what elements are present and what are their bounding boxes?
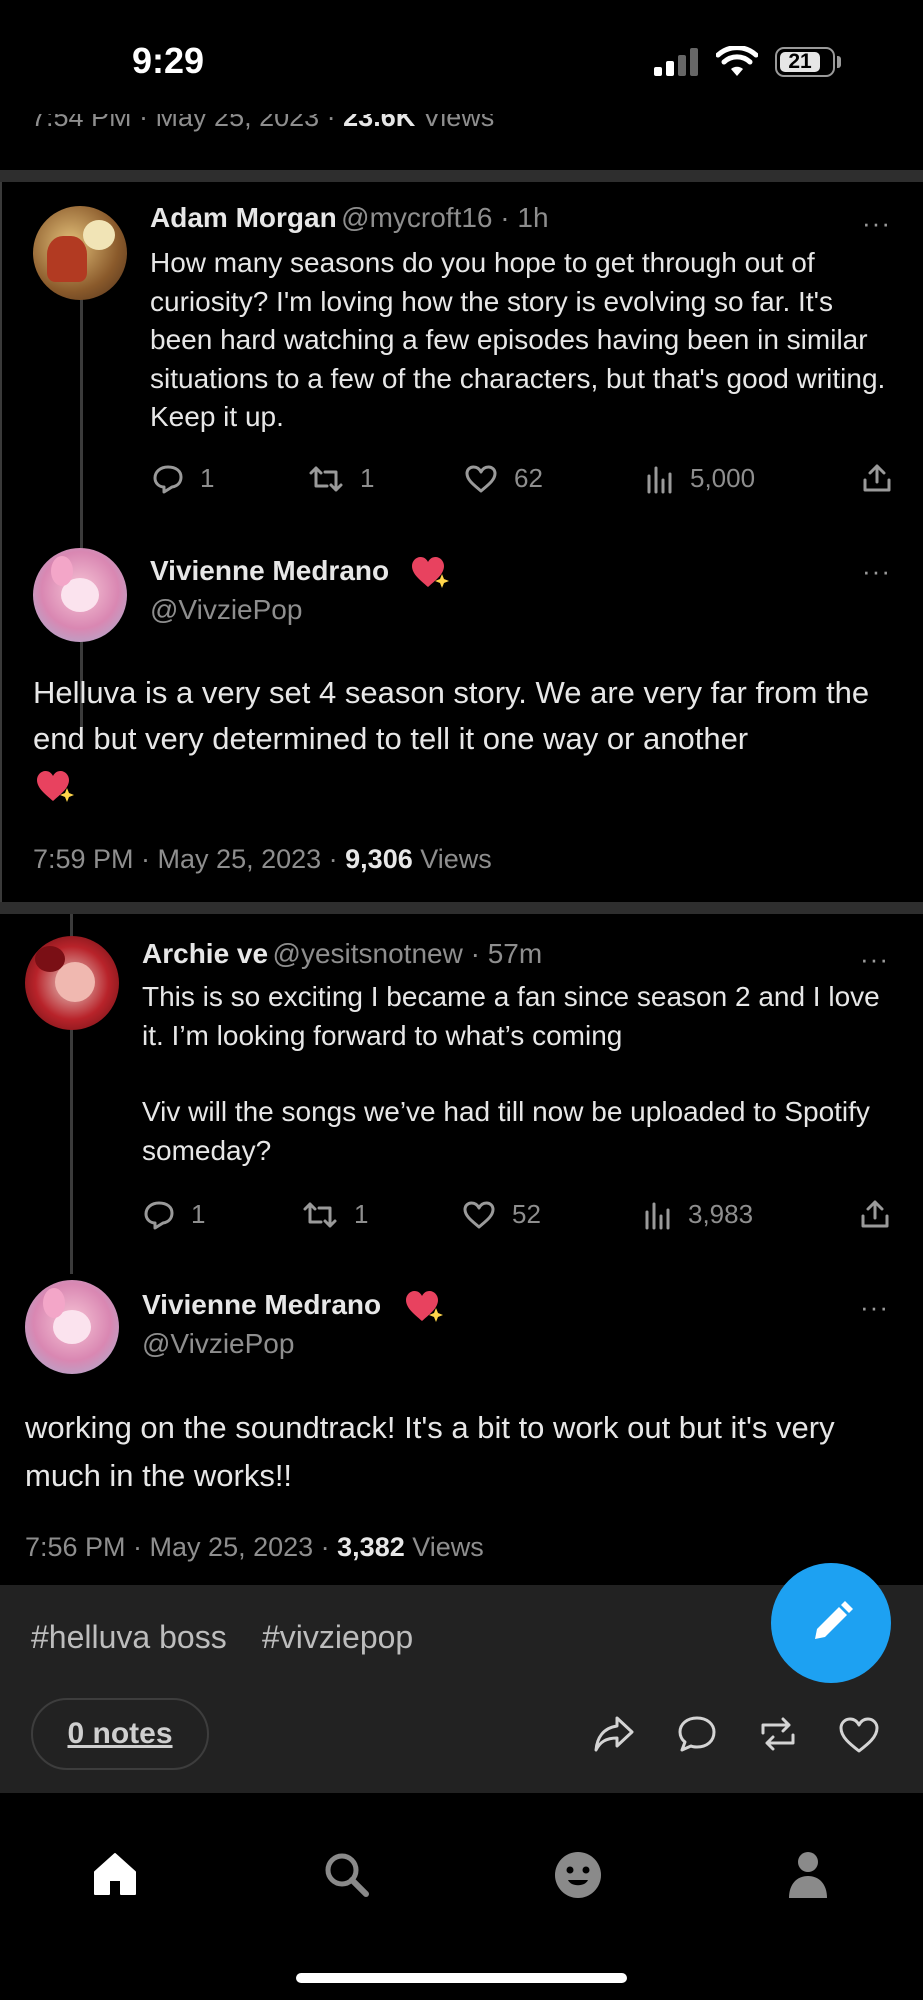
retweet-action[interactable]: 1 [308,463,374,494]
tweet-meta: 7:59 PM · May 25, 2023 · 9,306 Views [33,844,492,875]
avatar[interactable] [25,1280,119,1374]
battery-tip [837,56,841,68]
views-action[interactable]: 5,000 [646,463,755,494]
notes-label: 0 notes [67,1717,173,1750]
share-arrow-icon[interactable] [592,1714,636,1754]
tweet-views: 9,306 [345,844,413,874]
thread-connector [80,296,83,728]
avatar[interactable] [33,206,127,300]
thread-card-2[interactable]: Archie ve @yesitsnotnew · 57m ··· This i… [0,914,923,1585]
reply-icon [144,1201,174,1229]
reply-icon [153,465,183,493]
author-handle[interactable]: @yesitsnotnew · 57m [273,938,543,969]
like-action[interactable]: 62 [464,463,543,494]
search-icon[interactable] [322,1850,370,1898]
tweet-text: Helluva is a very set 4 season story. We… [33,675,870,756]
compose-button[interactable] [771,1563,891,1683]
like-count: 62 [514,463,543,493]
retweet-action[interactable]: 1 [302,1199,368,1230]
comment-icon[interactable] [676,1714,718,1754]
retweet-count: 1 [354,1199,369,1229]
tweet-text: How many seasons do you hope to get thro… [150,247,886,432]
retweet-count: 1 [360,463,375,493]
views-label: Views [415,114,495,132]
tweet-text: working on the soundtrack! It's a bit to… [25,1410,835,1493]
home-icon[interactable] [91,1850,139,1898]
analytics-icon [647,466,672,493]
thread-card-1[interactable]: Adam Morgan @mycroft16 · 1h ··· How many… [0,182,923,902]
wifi-icon [716,46,758,76]
tweet-text: Viv will the songs we’ve had till now be… [142,1096,870,1166]
retweet-icon [303,1202,337,1227]
heart-icon [463,1201,495,1228]
tweet-views: 3,382 [337,1532,405,1562]
more-options-icon[interactable]: ··· [860,1292,889,1323]
activity-icon[interactable] [553,1850,603,1900]
reply-count: 1 [200,463,215,493]
views-label: Views [404,1532,484,1562]
battery-level: 21 [788,50,812,73]
views-count: 5,000 [690,463,756,493]
sparkling-heart-icon [406,1291,443,1322]
sparkling-heart-icon [412,557,449,588]
top-tweet-timestamp: 7:54 PM · May 25, 2023 · [31,114,344,132]
author-name[interactable]: Adam Morgan [150,202,337,233]
reply-action[interactable]: 1 [143,1199,205,1230]
more-options-icon[interactable]: ··· [862,556,891,587]
reply-count: 1 [191,1199,206,1229]
avatar[interactable] [25,936,119,1030]
author-name[interactable]: Vivienne Medrano [142,1289,381,1321]
battery-icon: 21 [775,47,835,77]
share-icon[interactable] [862,462,892,494]
home-indicator[interactable] [296,1973,627,1983]
bottom-nav [0,1793,923,2000]
reblog-icon[interactable] [757,1715,799,1753]
divider [0,902,923,914]
account-icon[interactable] [787,1850,829,1900]
notes-button[interactable]: 0 notes [31,1698,209,1770]
author-handle[interactable]: @mycroft16 · 1h [341,202,548,233]
top-tweet-meta: 7:54 PM · May 25, 2023 · 23.6K Views [31,114,831,146]
pencil-icon [815,1601,853,1639]
like-count: 52 [512,1199,541,1229]
tag-link[interactable]: #vivziepop [262,1619,413,1656]
divider [0,170,923,182]
share-icon[interactable] [860,1198,890,1230]
views-label: Views [412,844,492,874]
more-options-icon[interactable]: ··· [860,944,889,975]
author-handle[interactable]: @VivziePop [150,594,302,626]
tweet-meta: 7:56 PM · May 25, 2023 · 3,382 Views [25,1532,484,1563]
author-handle[interactable]: @VivziePop [142,1328,294,1360]
status-time: 9:29 [132,40,205,81]
views-count: 3,983 [688,1199,754,1229]
status-bar: 9:29 21 [0,0,923,124]
signal-icon [654,48,702,76]
analytics-icon [645,1202,670,1229]
top-tweet-views: 23.6K [343,114,416,132]
tweet-text: This is so exciting I became a fan since… [142,981,880,1051]
reply-action[interactable]: 1 [152,463,214,494]
more-options-icon[interactable]: ··· [862,208,891,239]
like-heart-icon[interactable] [838,1716,880,1754]
retweet-icon [309,466,343,491]
like-action[interactable]: 52 [462,1199,541,1230]
avatar[interactable] [33,548,127,642]
tag-link[interactable]: #helluva boss [31,1619,227,1656]
sparkling-heart-icon [37,771,74,802]
author-name[interactable]: Vivienne Medrano [150,555,389,587]
tweet-timestamp: 7:59 PM · May 25, 2023 · [33,844,346,874]
heart-icon [465,465,497,492]
author-name[interactable]: Archie ve [142,938,268,969]
views-action[interactable]: 3,983 [644,1199,753,1230]
tweet-timestamp: 7:56 PM · May 25, 2023 · [25,1532,338,1562]
